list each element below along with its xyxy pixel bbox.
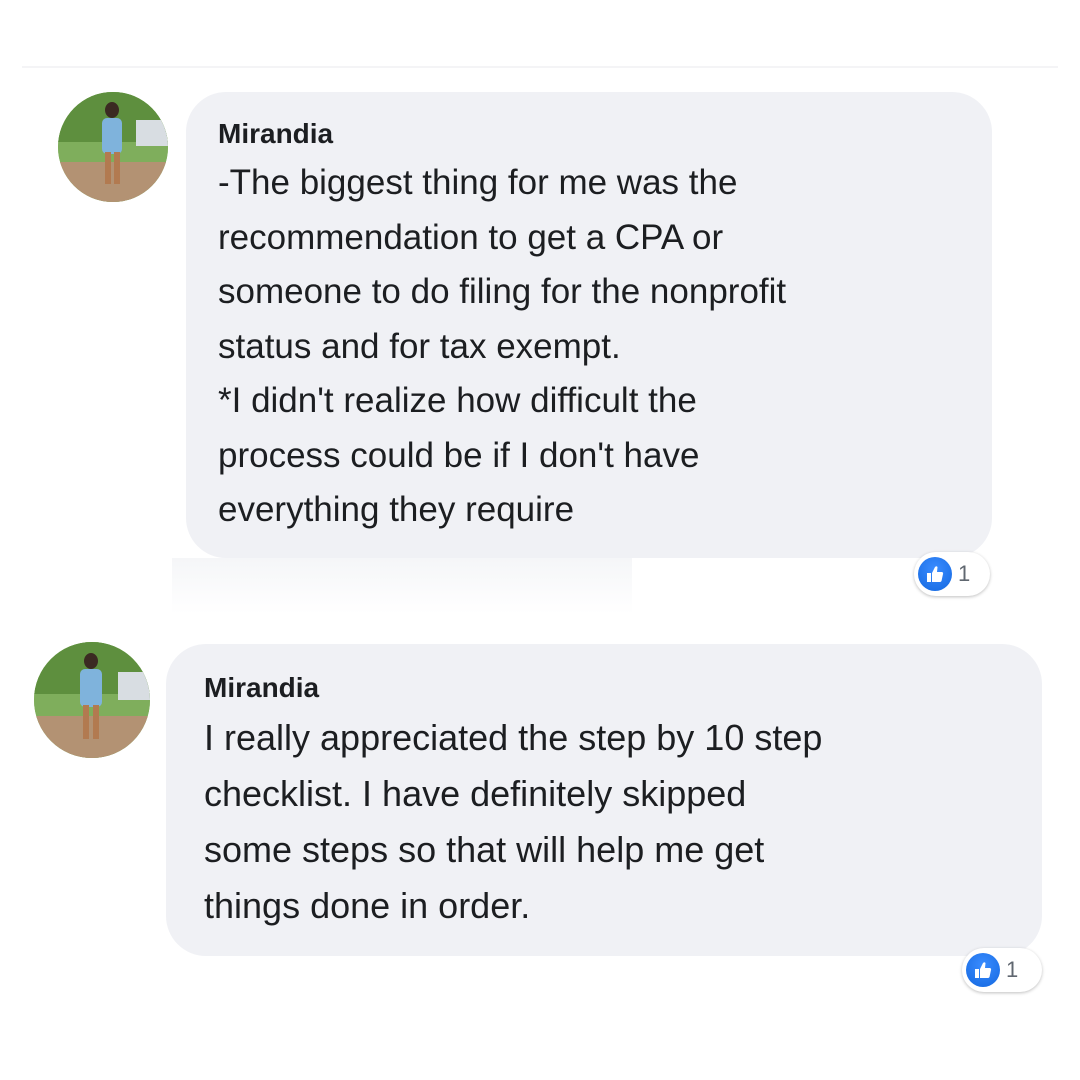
reaction-badge[interactable]: 1 (962, 948, 1042, 992)
reaction-count: 1 (1006, 957, 1019, 982)
comment-text: -The biggest thing for me was the recomm… (218, 163, 787, 529)
like-icon (966, 953, 1000, 987)
comment-bubble: Mirandia I really appreciated the step b… (166, 644, 1042, 956)
comment-author[interactable]: Mirandia (218, 116, 958, 152)
reaction-count: 1 (958, 561, 971, 586)
like-icon (918, 557, 952, 591)
comment-text: I really appreciated the step by 10 step… (204, 717, 823, 926)
avatar[interactable] (58, 92, 168, 202)
top-divider (22, 66, 1058, 68)
comment-author[interactable]: Mirandia (204, 670, 1012, 706)
reaction-badge[interactable]: 1 (914, 552, 990, 596)
bubble-shadow (172, 558, 632, 614)
comment-bubble: Mirandia -The biggest thing for me was t… (186, 92, 992, 558)
avatar[interactable] (34, 642, 150, 758)
